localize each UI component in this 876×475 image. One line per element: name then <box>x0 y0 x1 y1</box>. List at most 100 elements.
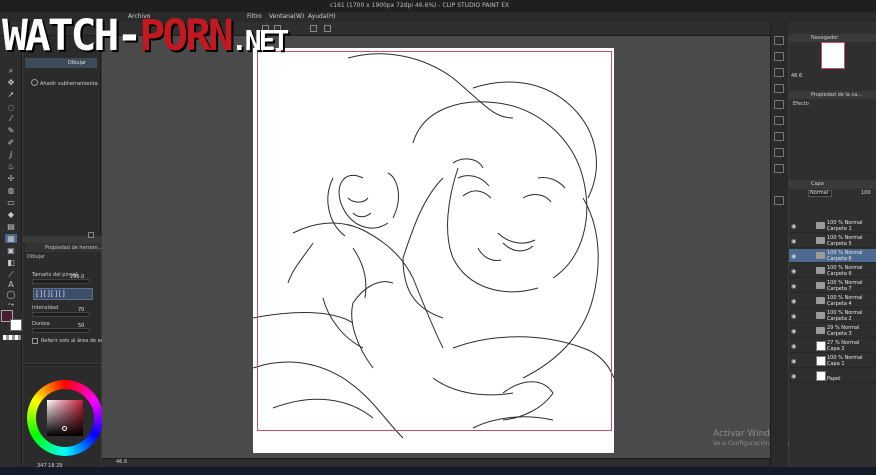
tool-property-subtitle: Dibujar <box>27 254 46 260</box>
window-title: c161 (1700 x 1900px 72dpi 46.6%) - CLIP … <box>330 2 510 9</box>
navigator-icon[interactable] <box>774 36 784 45</box>
auto-action-icon[interactable] <box>774 164 784 173</box>
animation-icon[interactable] <box>774 132 784 141</box>
gradient-tool-icon[interactable]: ▤ <box>5 222 17 231</box>
canvas-status-bar <box>102 458 770 467</box>
folder-icon <box>816 237 825 244</box>
navigator-thumbnail[interactable] <box>821 42 845 69</box>
layer-panel-icon[interactable] <box>774 196 784 205</box>
timeline-icon[interactable] <box>774 116 784 125</box>
visibility-eye-icon[interactable]: ◉ <box>791 253 796 260</box>
layer-panel-header <box>789 180 876 189</box>
correct-line-tool-icon[interactable]: ⤳ <box>5 300 17 309</box>
watermark-part-c: .NET <box>230 24 289 57</box>
fill-tool-icon[interactable]: ◆ <box>5 210 17 219</box>
layer-name: Papel <box>827 376 841 382</box>
operation-tool-icon[interactable]: ➚ <box>5 90 17 99</box>
watermark-part-a: WATCH- <box>2 11 142 61</box>
brush-tool-icon[interactable]: ⅉ <box>5 150 17 159</box>
layer-property-icon[interactable] <box>774 84 784 93</box>
layer-row[interactable]: ◉ 100 % Normal Carpeta 6 <box>789 249 876 263</box>
ruler-line-icon[interactable]: ⟋ <box>5 270 17 279</box>
visibility-eye-icon[interactable]: ◉ <box>791 373 796 380</box>
menu-ayuda[interactable]: Ayuda(H) <box>308 13 336 20</box>
subview-icon[interactable] <box>774 52 784 61</box>
folder-icon <box>816 222 825 229</box>
lasso-tool-icon[interactable]: ◌ <box>5 103 17 112</box>
add-subtool-button[interactable]: Añadir subherramienta <box>40 81 98 87</box>
layer-name: Carpeta 1 <box>827 226 852 232</box>
visibility-eye-icon[interactable]: ◉ <box>791 268 796 275</box>
ruler-tool-icon[interactable]: ◧ <box>5 258 17 267</box>
layer-row[interactable]: ◉ 29 % Normal Carpeta 3 <box>789 324 876 338</box>
effect-label: Efecto <box>793 101 809 107</box>
decoration-tool-icon[interactable]: ✢ <box>5 174 17 183</box>
subtool-settings-icon[interactable] <box>88 232 94 238</box>
edit-area-checkbox[interactable] <box>32 338 38 344</box>
os-taskbar <box>0 467 876 475</box>
history-icon[interactable] <box>774 148 784 157</box>
layer-name: Carpeta 6 <box>827 271 852 277</box>
visibility-eye-icon[interactable]: ◉ <box>791 238 796 245</box>
zoom-tool-icon[interactable]: ⌕ <box>5 66 17 75</box>
paste-icon[interactable] <box>324 25 331 32</box>
visibility-eye-icon[interactable]: ◉ <box>791 343 796 350</box>
info-icon[interactable] <box>774 68 784 77</box>
pen-tool-icon[interactable]: ✎ <box>5 126 17 135</box>
move-tool-icon[interactable]: ✥ <box>5 78 17 87</box>
layer-list: ◉ 100 % Normal Carpeta 1 ◉ 100 % Normal Carpe… <box>789 219 876 399</box>
transparent-color-swatch[interactable] <box>3 335 21 340</box>
eyedropper-tool-icon[interactable]: ⁄ <box>5 114 17 123</box>
copy-icon[interactable] <box>310 25 317 32</box>
visibility-eye-icon[interactable]: ◉ <box>791 313 796 320</box>
figure-tool-icon[interactable]: ▦ <box>5 234 17 243</box>
visibility-eye-icon[interactable]: ◉ <box>791 283 796 290</box>
airbrush-tool-icon[interactable]: ♨ <box>5 162 17 171</box>
eraser-tool-icon[interactable]: ▭ <box>5 198 17 207</box>
add-icon[interactable] <box>31 79 38 86</box>
layer-row[interactable]: ◉ 100 % Normal Carpeta 2 <box>789 309 876 323</box>
frame-tool-icon[interactable]: ▣ <box>5 246 17 255</box>
hardness-value[interactable]: 50 <box>78 323 84 329</box>
intensity-value[interactable]: 70 <box>78 307 84 313</box>
brush-size-presets[interactable]: [][][][] <box>33 288 93 300</box>
blend-tool-icon[interactable]: ◍ <box>5 186 17 195</box>
layer-panel-title: Capa <box>811 181 824 187</box>
pencil-tool-icon[interactable]: ✐ <box>5 138 17 147</box>
layer-thumbnail <box>816 356 826 366</box>
folder-icon <box>816 267 825 274</box>
visibility-eye-icon[interactable]: ◉ <box>791 358 796 365</box>
layer-row[interactable]: ◉ 100 % Normal Carpeta 7 <box>789 279 876 293</box>
watermark-logo: WATCH-PORN.NET <box>2 11 289 64</box>
hardness-label: Dureza <box>32 321 50 327</box>
visibility-eye-icon[interactable]: ◉ <box>791 298 796 305</box>
tool-property-panel <box>23 243 101 363</box>
text-tool-icon[interactable]: A <box>5 280 17 289</box>
folder-icon <box>816 297 825 304</box>
balloon-tool-icon[interactable]: ◯ <box>5 290 17 299</box>
blend-mode-select[interactable]: Normal <box>808 190 832 197</box>
visibility-eye-icon[interactable]: ◉ <box>791 328 796 335</box>
zoom-readout[interactable]: 46.6 <box>116 459 127 465</box>
layer-row[interactable]: ◉ Papel <box>789 369 876 383</box>
folder-icon <box>816 312 825 319</box>
layer-name: Carpeta 3 <box>827 331 852 337</box>
toolbox <box>0 36 22 475</box>
navigator-title: Navegador <box>811 35 839 41</box>
tool-property-title: Propiedad de herram... <box>45 245 103 251</box>
layer-row[interactable]: ◉ 100 % Normal Carpeta 4 <box>789 294 876 308</box>
layer-row[interactable]: ◉ 100 % Normal Carpeta 1 <box>789 219 876 233</box>
sub-color-swatch[interactable] <box>10 319 22 331</box>
layer-row[interactable]: ◉ 100 % Normal Carpeta 6 <box>789 264 876 278</box>
brush-size-value[interactable]: 296.0 <box>70 274 84 280</box>
layer-opacity-value[interactable]: 100 <box>861 190 871 196</box>
layer-property-title: Propiedad de la ca... <box>811 92 863 98</box>
layer-row[interactable]: ◉ 27 % Normal Capa 2 <box>789 339 876 353</box>
navigator-zoom[interactable]: 46.6 <box>791 73 802 79</box>
watermark-part-b: PORN <box>139 11 234 61</box>
visibility-eye-icon[interactable]: ◉ <box>791 223 796 230</box>
material-icon[interactable] <box>774 100 784 109</box>
color-picker-cursor[interactable] <box>62 426 67 431</box>
layer-row[interactable]: ◉ 100 % Normal Carpeta 5 <box>789 234 876 248</box>
layer-row[interactable]: ◉ 100 % Normal Capa 1 <box>789 354 876 368</box>
